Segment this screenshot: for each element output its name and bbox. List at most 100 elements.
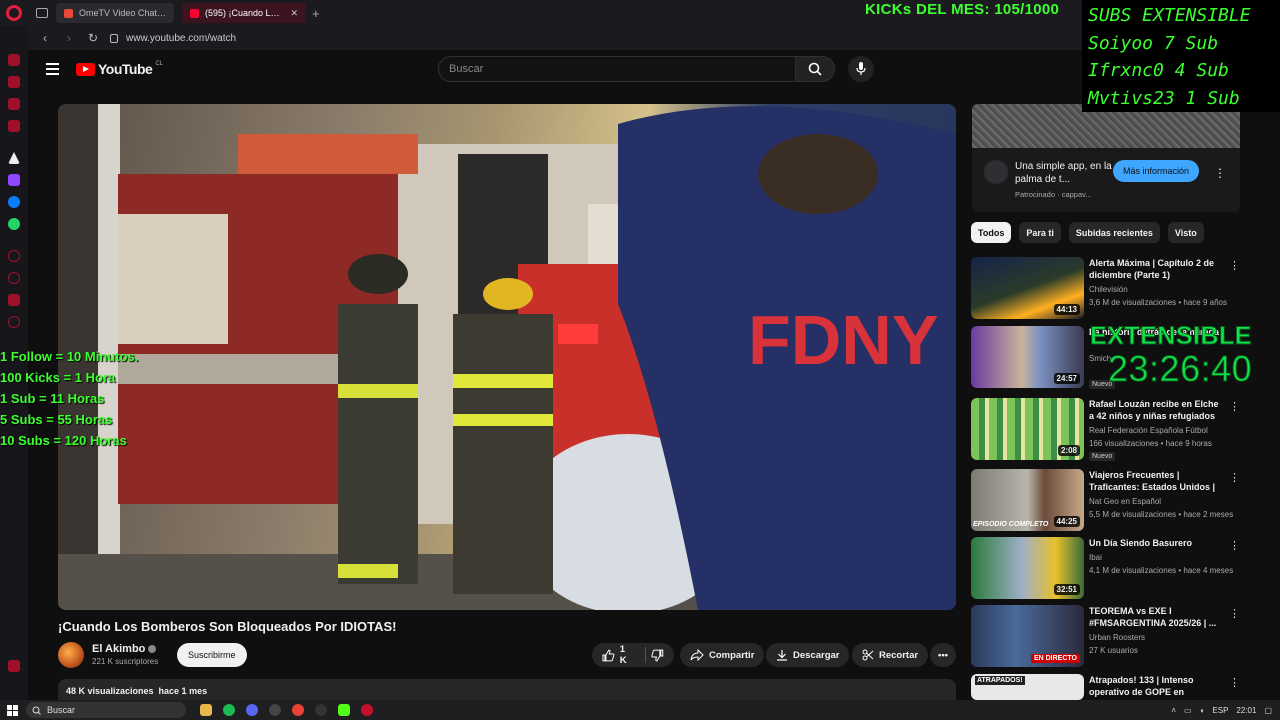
more-info-button[interactable]: Más información bbox=[1113, 160, 1200, 182]
recommendation-item[interactable]: EN DIRECTO TEOREMA vs EXE I #FMSARGENTIN… bbox=[971, 605, 1261, 667]
rec-channel[interactable]: Nat Geo en Español bbox=[1089, 497, 1161, 506]
taskbar-search[interactable]: Buscar bbox=[26, 702, 186, 718]
sidebar-app-icon[interactable] bbox=[8, 98, 20, 110]
rec-channel[interactable]: Chilevisión bbox=[1089, 285, 1128, 294]
rule-line: 100 Kicks = 1 Hora bbox=[0, 370, 116, 385]
sidebar-app-icon[interactable] bbox=[8, 54, 20, 66]
aria-ai-icon[interactable] bbox=[8, 152, 20, 164]
video-thumbnail[interactable]: 2:08 bbox=[971, 398, 1084, 460]
clip-button[interactable]: Recortar bbox=[852, 643, 929, 667]
windows-start-icon[interactable] bbox=[7, 704, 18, 716]
rec-title[interactable]: Atrapados! 133 | Intenso operativo de GO… bbox=[1089, 674, 1223, 700]
video-thumbnail[interactable]: EPISODIO COMPLETO 44:25 bbox=[971, 469, 1084, 531]
rec-channel[interactable]: Urban Roosters bbox=[1089, 633, 1145, 642]
video-thumbnail[interactable]: 24:57 bbox=[971, 326, 1084, 388]
sidebar-app-icon[interactable] bbox=[8, 120, 20, 132]
close-tab-icon[interactable]: ✕ bbox=[290, 8, 298, 19]
chip-todos[interactable]: Todos bbox=[971, 222, 1012, 243]
rec-menu-icon[interactable]: ⋮ bbox=[1229, 400, 1240, 413]
discord-icon[interactable] bbox=[246, 704, 258, 716]
tray-chevron-icon[interactable]: ˄ bbox=[1171, 706, 1176, 715]
app-icon[interactable] bbox=[269, 704, 281, 716]
browser-tab-ometv[interactable]: OmeTV Video Chat — Omegle bbox=[56, 3, 174, 23]
sidebar-app-icon[interactable] bbox=[8, 76, 20, 88]
channel-avatar[interactable] bbox=[58, 642, 84, 668]
back-icon[interactable]: ‹ bbox=[38, 31, 52, 45]
more-actions-button[interactable]: ••• bbox=[930, 643, 956, 667]
recommendation-item[interactable]: 2:08 Rafael Louzán recibe en Elche a 42 … bbox=[971, 398, 1261, 461]
network-icon[interactable]: ▭ bbox=[1184, 706, 1192, 715]
video-thumbnail[interactable]: ATRAPADOS! bbox=[971, 674, 1084, 700]
youtube-logo[interactable]: YouTube CL bbox=[76, 61, 163, 77]
rec-title[interactable]: Alerta Máxima | Capítulo 2 de diciembre … bbox=[1089, 257, 1223, 281]
rec-title[interactable]: Viajeros Frecuentes | Traficantes: Estad… bbox=[1089, 469, 1223, 495]
opera-gx-icon[interactable] bbox=[361, 704, 373, 716]
spotify-icon[interactable] bbox=[223, 704, 235, 716]
reload-icon[interactable]: ↻ bbox=[86, 31, 100, 45]
history-icon[interactable] bbox=[8, 250, 20, 262]
new-badge: Nuevo bbox=[1089, 452, 1116, 461]
like-count[interactable]: 1 K bbox=[620, 644, 635, 666]
notifications-icon[interactable]: ▢ bbox=[1264, 706, 1272, 715]
rec-title[interactable]: Un Día Siendo Basurero bbox=[1089, 537, 1223, 549]
rec-menu-icon[interactable]: ⋮ bbox=[1229, 607, 1240, 620]
chip-visto[interactable]: Visto bbox=[1167, 222, 1204, 243]
rec-channel[interactable]: Ibai bbox=[1089, 553, 1102, 562]
gx-icon[interactable] bbox=[8, 660, 20, 672]
clock-icon[interactable] bbox=[8, 272, 20, 284]
rec-channel[interactable]: Real Federación Española Fútbol bbox=[1089, 426, 1208, 435]
kick-icon[interactable] bbox=[338, 704, 350, 716]
workspaces-icon[interactable] bbox=[36, 8, 48, 18]
rec-title[interactable]: Rafael Louzán recibe en Elche a 42 niños… bbox=[1089, 398, 1223, 424]
chip-subidas-recientes[interactable]: Subidas recientes bbox=[1068, 222, 1160, 243]
menu-icon[interactable] bbox=[46, 63, 59, 75]
recommendation-item[interactable]: ATRAPADOS! Atrapados! 133 | Intenso oper… bbox=[971, 674, 1261, 700]
clock[interactable]: 22:01 bbox=[1236, 706, 1256, 715]
forward-icon[interactable]: › bbox=[62, 31, 76, 45]
file-explorer-icon[interactable] bbox=[200, 704, 212, 716]
screen: OmeTV Video Chat — Omegle (595) ¡Cuando … bbox=[0, 0, 1280, 720]
settings-icon[interactable] bbox=[8, 316, 20, 328]
download-button[interactable]: Descargar bbox=[766, 643, 850, 667]
rec-menu-icon[interactable]: ⋮ bbox=[1229, 471, 1240, 484]
messenger-icon[interactable] bbox=[8, 196, 20, 208]
obs-icon[interactable] bbox=[315, 704, 327, 716]
search-button[interactable] bbox=[795, 56, 835, 82]
subscribe-button[interactable]: Suscribirme bbox=[177, 643, 247, 667]
browser-tab-youtube[interactable]: (595) ¡Cuando Los Bomberos Son Bloqueado… bbox=[182, 3, 306, 23]
url-field[interactable]: www.youtube.com/watch bbox=[126, 33, 236, 44]
search-input[interactable]: Buscar bbox=[438, 56, 796, 82]
chrome-icon[interactable] bbox=[292, 704, 304, 716]
share-button[interactable]: Compartir bbox=[680, 643, 765, 667]
video-player[interactable]: FDNY bbox=[58, 104, 956, 610]
voice-search-button[interactable] bbox=[848, 56, 874, 82]
opera-logo-icon[interactable] bbox=[6, 5, 22, 21]
ad-menu-icon[interactable]: ⋮ bbox=[1214, 166, 1226, 180]
subs-overlay-entry: Ifrxnc0 4 Sub bbox=[1088, 60, 1229, 81]
microphone-icon bbox=[856, 62, 866, 75]
new-tab-icon[interactable]: + bbox=[312, 6, 320, 21]
recommendation-item[interactable]: EPISODIO COMPLETO 44:25 Viajeros Frecuen… bbox=[971, 469, 1261, 531]
sponsored-ad[interactable]: Una simple app, en la palma de t... Patr… bbox=[972, 104, 1240, 212]
recommendation-item[interactable]: 32:51 Un Día Siendo Basurero Ibai 4,1 M … bbox=[971, 537, 1261, 599]
twitch-icon[interactable] bbox=[8, 174, 20, 186]
rec-title[interactable]: TEOREMA vs EXE I #FMSARGENTINA 2025/26 |… bbox=[1089, 605, 1223, 629]
sidebar-app-icon[interactable] bbox=[8, 294, 20, 306]
channel-name[interactable]: El Akimbo bbox=[92, 643, 157, 655]
recommendation-item[interactable]: 44:13 Alerta Máxima | Capítulo 2 de dici… bbox=[971, 257, 1261, 319]
rec-menu-icon[interactable]: ⋮ bbox=[1229, 676, 1240, 689]
chip-para-ti[interactable]: Para ti bbox=[1019, 222, 1061, 243]
rec-menu-icon[interactable]: ⋮ bbox=[1229, 259, 1240, 272]
whatsapp-icon[interactable] bbox=[8, 218, 20, 230]
volume-icon[interactable]: ◖ bbox=[1200, 706, 1205, 715]
video-thumbnail[interactable]: 32:51 bbox=[971, 537, 1084, 599]
share-label: Compartir bbox=[709, 649, 755, 661]
tab-title: OmeTV Video Chat — Omegle bbox=[79, 8, 166, 18]
channel-name-text[interactable]: El Akimbo bbox=[92, 643, 145, 655]
video-thumbnail[interactable]: 44:13 bbox=[971, 257, 1084, 319]
video-thumbnail[interactable]: EN DIRECTO bbox=[971, 605, 1084, 667]
keyboard-language[interactable]: ESP bbox=[1212, 706, 1228, 715]
like-icon[interactable] bbox=[602, 649, 615, 662]
rec-menu-icon[interactable]: ⋮ bbox=[1229, 539, 1240, 552]
dislike-icon[interactable] bbox=[651, 649, 664, 662]
